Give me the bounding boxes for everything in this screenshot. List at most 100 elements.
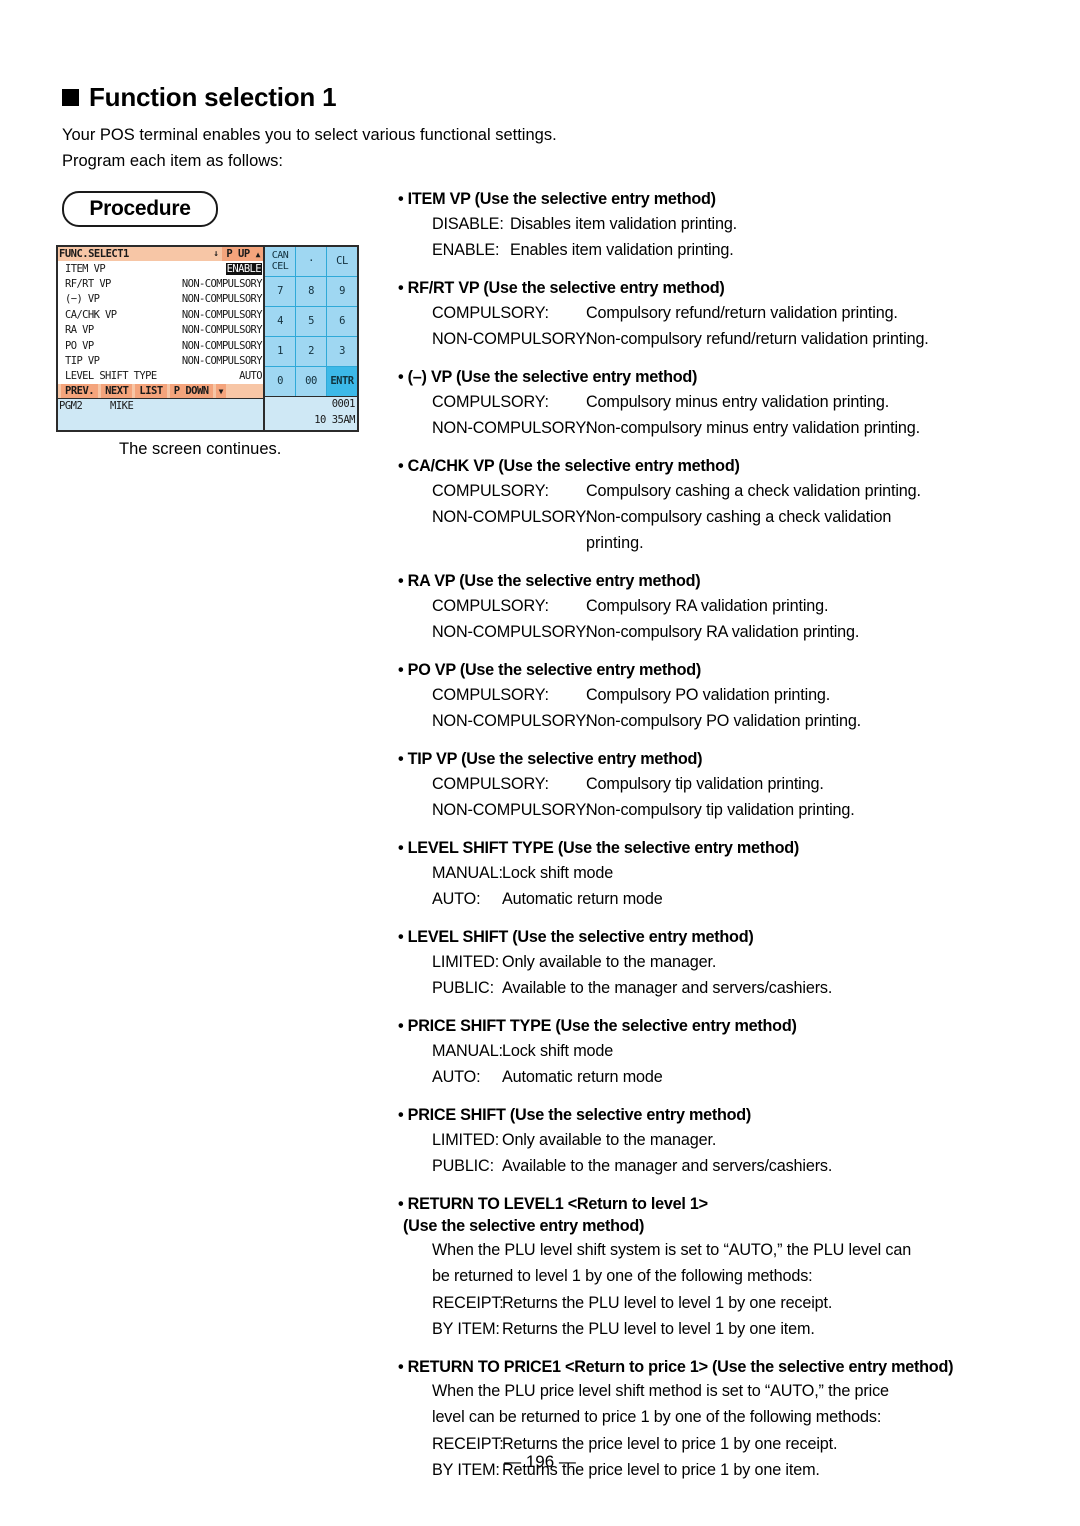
setting-option-term: COMPULSORY: [432, 482, 549, 500]
clear-key[interactable]: CL [327, 247, 357, 276]
pos-list-button[interactable]: LIST [135, 384, 167, 399]
pos-titlebar: FUNC.SELECT1 ↓ P UP ▲ [58, 247, 263, 262]
setting-option-term: AUTO: [432, 890, 481, 908]
key-8[interactable]: 8 [296, 277, 326, 306]
setting-description-block: • ITEM VP (Use the selective entry metho… [398, 188, 1043, 263]
key-label: 7 [277, 285, 283, 297]
setting-option-term: RECEIPT: [432, 1294, 504, 1312]
setting-option-list: COMPULSORY: Compulsory cashing a check va… [398, 478, 1043, 530]
setting-block-paragraph-line: When the PLU level shift system is set t… [432, 1241, 912, 1259]
arrow-down-icon[interactable]: ↓ [213, 249, 222, 259]
page-title: Function selection 1 [62, 82, 337, 113]
key-0[interactable]: 0 [265, 367, 295, 396]
key-label: · [308, 255, 314, 267]
setting-option-description: Only available to the manager. [502, 953, 717, 971]
setting-block-title: • PRICE SHIFT (Use the selective entry m… [398, 1106, 752, 1124]
pos-keypad-panel: CAN CEL · CL 7 8 9 4 5 6 1 2 3 0 00 ENTR 0001 10 35AM [265, 247, 357, 430]
decimal-key[interactable]: · [296, 247, 326, 276]
setting-option-description: Compulsory tip validation printing. [586, 775, 824, 793]
setting-option-description: Returns the PLU level to level 1 by one … [502, 1320, 815, 1338]
setting-option-row: AUTO: Automatic return mode [398, 886, 1043, 912]
setting-option-description: Only available to the manager. [502, 1131, 717, 1149]
setting-option-term: MANUAL: [432, 864, 503, 882]
pos-titlebar-title: FUNC.SELECT1 [59, 248, 129, 260]
pos-page-up-button[interactable]: P UP [222, 247, 254, 262]
key-3[interactable]: 3 [327, 337, 357, 366]
setting-block-title: • LEVEL SHIFT (Use the selective entry m… [398, 928, 754, 946]
key-9[interactable]: 9 [327, 277, 357, 306]
setting-option-row: DISABLE: Disables item validation printin… [398, 211, 1043, 237]
setting-option-description: Enables item validation printing. [510, 241, 734, 259]
setting-option-term: ENABLE: [432, 241, 500, 259]
key-label: 3 [339, 345, 345, 357]
setting-option-description: Automatic return mode [502, 890, 663, 908]
setting-option-term: LIMITED: [432, 1131, 500, 1149]
setting-block-title: • (–) VP (Use the selective entry method… [398, 368, 698, 386]
pos-next-button[interactable]: NEXT [101, 384, 133, 399]
setting-option-term: LIMITED: [432, 953, 500, 971]
setting-option-description: Compulsory cashing a check validation pr… [586, 482, 921, 500]
page-footer: — 196 — [0, 1452, 1080, 1472]
key-label: ENTR [330, 375, 354, 387]
pos-setting-label: RA VP [65, 324, 94, 337]
pos-setting-row[interactable]: CA/CHK VP NON-COMPULSORY [58, 307, 263, 322]
setting-block-title: • LEVEL SHIFT TYPE (Use the selective en… [398, 839, 800, 857]
setting-option-list: COMPULSORY: Compulsory refund/return vali… [398, 300, 1043, 352]
setting-option-row: PUBLIC: Available to the manager and serv… [398, 1153, 1043, 1179]
setting-block-title: • RETURN TO LEVEL1 <Return to level 1> [398, 1195, 708, 1213]
pos-terminal-screenshot: FUNC.SELECT1 ↓ P UP ▲ ITEM VP ENABLE RF/RT… [56, 245, 359, 432]
pos-page-down-button[interactable]: P DOWN [169, 384, 213, 399]
setting-option-row: NON-COMPULSORY: Non-compulsory cashing a … [398, 504, 1043, 530]
setting-option-continuation: printing. [586, 534, 644, 552]
setting-option-description: Available to the manager and servers/cas… [502, 979, 833, 997]
key-00[interactable]: 00 [296, 367, 326, 396]
setting-option-description: Available to the manager and servers/cas… [502, 1157, 833, 1175]
pos-setting-label: LEVEL SHIFT TYPE [65, 370, 157, 383]
key-5[interactable]: 5 [296, 307, 326, 336]
setting-option-term: COMPULSORY: [432, 304, 549, 322]
setting-description-block: • LEVEL SHIFT (Use the selective entry m… [398, 926, 1043, 1001]
arrow-down-icon[interactable]: ▼ [215, 384, 226, 399]
setting-option-term: NON-COMPULSORY: [432, 801, 590, 819]
pos-setting-row[interactable]: (−) VP NON-COMPULSORY [58, 292, 263, 307]
pos-setting-row[interactable]: TIP VP NON-COMPULSORY [58, 353, 263, 368]
setting-option-term: COMPULSORY: [432, 775, 549, 793]
setting-option-term: PUBLIC: [432, 1157, 494, 1175]
key-6[interactable]: 6 [327, 307, 357, 336]
enter-key[interactable]: ENTR [327, 367, 357, 396]
pos-setting-value: NON-COMPULSORY [181, 278, 263, 291]
setting-option-term: COMPULSORY: [432, 686, 549, 704]
cancel-key[interactable]: CAN CEL [265, 247, 295, 276]
key-7[interactable]: 7 [265, 277, 295, 306]
setting-option-list: COMPULSORY: Compulsory PO validation prin… [398, 682, 1043, 734]
pos-setting-row[interactable]: RF/RT VP NON-COMPULSORY [58, 276, 263, 291]
arrow-up-icon[interactable]: ▲ [253, 247, 263, 262]
pos-setting-row[interactable]: ITEM VP ENABLE [58, 261, 263, 276]
key-2[interactable]: 2 [296, 337, 326, 366]
setting-block-title: • ITEM VP (Use the selective entry metho… [398, 190, 716, 208]
pos-setting-value: NON-COMPULSORY [181, 293, 263, 306]
pos-setting-label: RF/RT VP [65, 278, 111, 291]
setting-block-title: • PRICE SHIFT TYPE (Use the selective en… [398, 1017, 797, 1035]
key-4[interactable]: 4 [265, 307, 295, 336]
pos-prev-button[interactable]: PREV. [61, 384, 99, 399]
setting-option-list: RECEIPT: Returns the PLU level to level 1… [398, 1290, 1043, 1342]
cancel-key-line-2: CEL [271, 260, 289, 272]
setting-option-list: LIMITED: Only available to the manager. PU… [398, 1127, 1043, 1179]
setting-description-block: • TIP VP (Use the selective entry method… [398, 748, 1043, 823]
intro-paragraph: Your POS terminal enables you to select … [62, 122, 622, 174]
setting-option-description: Lock shift mode [502, 1042, 614, 1060]
pos-setting-value: NON-COMPULSORY [181, 308, 263, 321]
settings-description-list: • ITEM VP (Use the selective entry metho… [398, 188, 1043, 1483]
pos-setting-row[interactable]: PO VP NON-COMPULSORY [58, 338, 263, 353]
intro-line-1: Your POS terminal enables you to select … [62, 126, 557, 144]
pos-setting-row[interactable]: RA VP NON-COMPULSORY [58, 323, 263, 338]
pos-setting-value: NON-COMPULSORY [181, 324, 263, 337]
key-1[interactable]: 1 [265, 337, 295, 366]
setting-option-row: LIMITED: Only available to the manager. [398, 1127, 1043, 1153]
setting-block-paragraph-line: level can be returned to price 1 by one … [432, 1408, 882, 1426]
setting-block-title: • RETURN TO PRICE1 <Return to price 1> (… [398, 1358, 954, 1376]
pos-setting-label: TIP VP [65, 355, 100, 368]
key-label: 00 [305, 375, 317, 387]
pos-setting-row[interactable]: LEVEL SHIFT TYPE AUTO [58, 369, 263, 384]
